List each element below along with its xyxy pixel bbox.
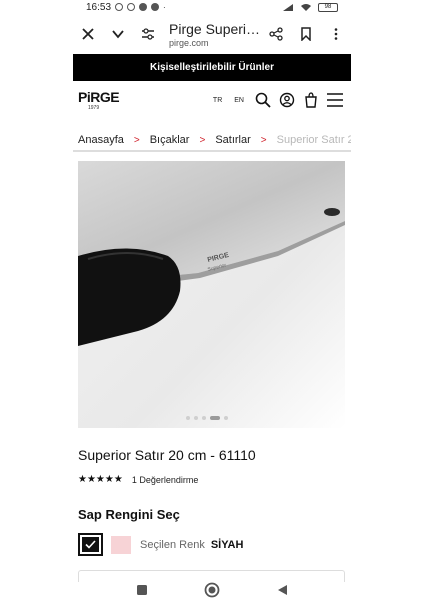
rating-stars: ★★★★★ <box>78 474 123 485</box>
more-vert-icon[interactable] <box>321 19 351 49</box>
more-notifications-icon: · <box>163 2 166 12</box>
carousel-dot[interactable] <box>186 416 190 420</box>
clock: 16:53 <box>86 1 112 13</box>
promo-text: Kişiselleştirilebilir Ürünler <box>150 62 274 73</box>
color-swatches: Seçilen Renk SİYAH <box>78 533 243 556</box>
breadcrumb-separator: > <box>199 134 206 146</box>
back-icon[interactable] <box>272 580 292 600</box>
swatch-black[interactable] <box>78 533 103 556</box>
search-icon[interactable] <box>252 89 274 111</box>
handle-shape <box>78 248 181 346</box>
check-icon <box>85 540 96 549</box>
lang-en-link[interactable]: EN <box>234 97 244 104</box>
review-count[interactable]: 1 Değerlendirme <box>132 475 199 485</box>
page-title: Pirge Superior Satır 20 cm - 61110 <box>169 20 261 37</box>
breadcrumb-current: Superior Satır 20 cm - 61110 <box>276 134 351 146</box>
logo[interactable]: PiRGE 1979 <box>78 89 120 111</box>
bookmark-icon[interactable] <box>291 19 321 49</box>
lang-tr-link[interactable]: TR <box>213 97 222 104</box>
menu-icon[interactable] <box>324 89 346 111</box>
status-left: 16:53 · <box>86 2 166 13</box>
breadcrumb-home[interactable]: Anasayfa <box>78 134 124 146</box>
wifi-icon <box>301 3 311 11</box>
share-icon[interactable] <box>261 19 291 49</box>
breadcrumb-knives[interactable]: Bıçaklar <box>150 134 190 146</box>
handle-color-title: Sap Rengini Seç <box>78 507 180 522</box>
breadcrumb-cleavers[interactable]: Satırlar <box>215 134 250 146</box>
sync-icon <box>127 3 136 11</box>
image-carousel-dots <box>186 416 228 420</box>
carousel-dot[interactable] <box>202 416 206 420</box>
product-image[interactable]: PIRGE Superior <box>78 161 345 428</box>
selected-color-value: SİYAH <box>210 538 244 551</box>
recents-icon[interactable] <box>132 580 152 600</box>
home-icon[interactable] <box>202 580 222 600</box>
alarm-icon <box>115 3 124 11</box>
carousel-dot-active[interactable] <box>210 416 220 420</box>
cart-icon[interactable] <box>300 89 322 111</box>
notification-icon <box>151 3 160 11</box>
blade-hole <box>324 208 340 216</box>
close-icon[interactable] <box>73 19 103 49</box>
swatch-pink[interactable] <box>111 535 131 554</box>
cleaver-illustration: PIRGE Superior <box>78 161 345 346</box>
status-right: 98 <box>282 2 338 12</box>
breadcrumb-separator: > <box>133 134 140 146</box>
selected-color-label: Seçilen Renk <box>140 538 205 551</box>
android-nav-bar <box>0 580 424 600</box>
signal-icon <box>283 3 293 11</box>
swatch-black-fill <box>82 537 99 552</box>
browser-toolbar: Pirge Superior Satır 20 cm - 61110 pirge… <box>73 14 351 54</box>
breadcrumb-separator: > <box>260 134 267 146</box>
carousel-dot[interactable] <box>224 416 228 420</box>
site-settings-icon[interactable] <box>133 19 163 49</box>
breadcrumb: Anasayfa > Bıçaklar > Satırlar > Superio… <box>73 130 351 152</box>
account-icon[interactable] <box>276 89 298 111</box>
product-title: Superior Satır 20 cm - 61110 <box>78 447 256 463</box>
site-header: PiRGE 1979 TR EN <box>73 81 351 119</box>
status-bar: 16:53 · 98 <box>0 0 424 14</box>
notification-icon <box>139 3 148 11</box>
chevron-down-icon[interactable] <box>103 19 133 49</box>
battery-icon: 98 <box>318 2 338 12</box>
logo-text: PiRGE <box>78 89 120 105</box>
logo-year: 1979 <box>88 105 100 111</box>
carousel-dot[interactable] <box>194 416 198 420</box>
promo-banner[interactable]: Kişiselleştirilebilir Ürünler <box>73 54 351 81</box>
url-block[interactable]: Pirge Superior Satır 20 cm - 61110 pirge… <box>163 21 261 48</box>
rating[interactable]: ★★★★★ 1 Değerlendirme <box>78 474 198 485</box>
page: 16:53 · 98 Pirge Superior Satır 20 cm - … <box>0 0 424 600</box>
url-domain: pirge.com <box>169 37 209 48</box>
